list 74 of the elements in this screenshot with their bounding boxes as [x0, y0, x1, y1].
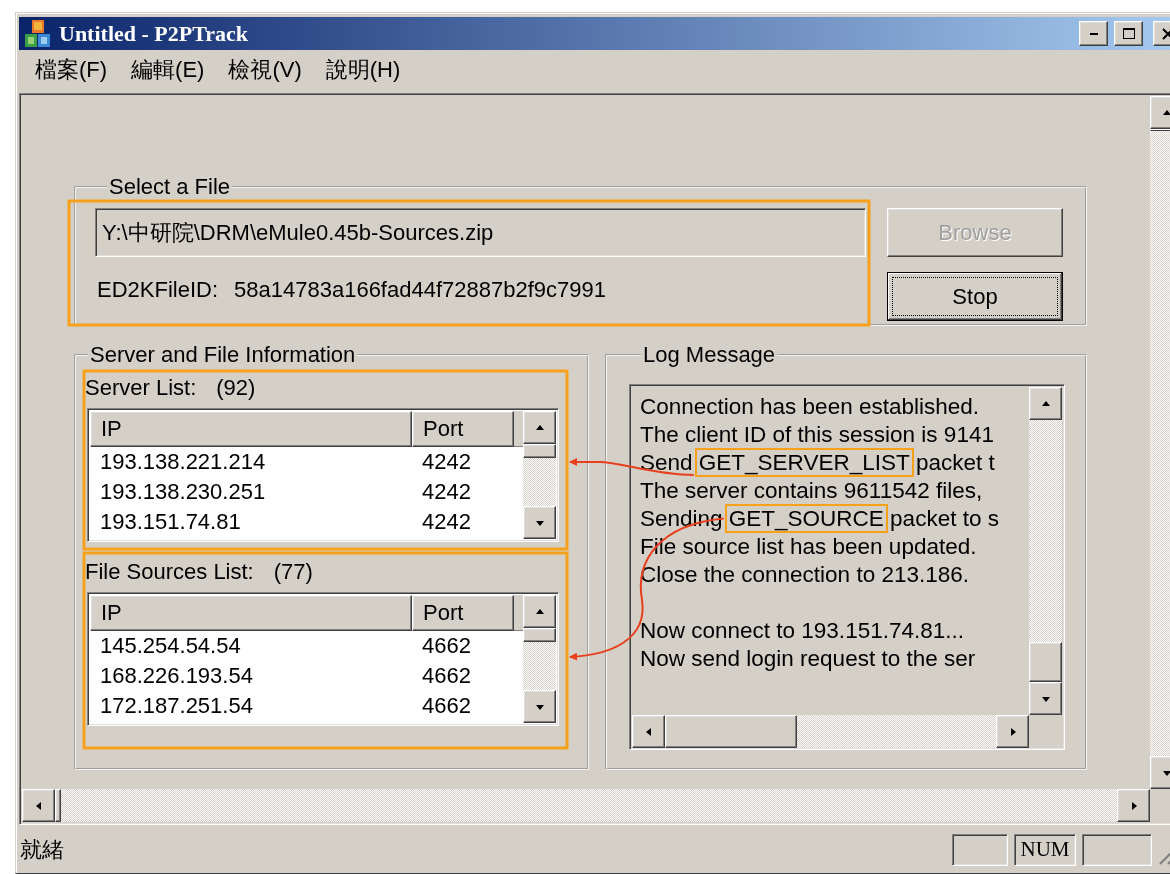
scroll-thumb[interactable] [665, 715, 797, 748]
table-cell-text: 4662 [421, 633, 472, 659]
log-line: Now send login request to the ser [640, 645, 976, 673]
horizontal-scrollbar[interactable] [632, 715, 1029, 748]
log-box[interactable] [629, 384, 1065, 750]
log-line: Send GET_SERVER_LIST packet t [640, 449, 995, 477]
menu-item[interactable]: 編輯(E) [119, 55, 217, 85]
minimize-icon [1089, 32, 1098, 35]
table-cell-text: 172.187.251.54 [99, 693, 254, 719]
scroll-up-button[interactable] [523, 595, 556, 628]
status-pane [1082, 833, 1152, 866]
scroll-thumb[interactable] [523, 444, 556, 458]
table-cell-text: 193.151.74.81 [99, 509, 242, 535]
horizontal-scrollbar[interactable] [22, 789, 1150, 822]
scroll-thumb[interactable] [523, 628, 556, 642]
close-icon [1160, 26, 1170, 41]
table-cell-text: 193.138.230.251 [99, 479, 267, 505]
scroll-left-button[interactable] [22, 789, 55, 822]
scroll-thumb[interactable] [55, 789, 61, 822]
list-count: (77) [273, 559, 313, 585]
table-cell-text: 145.254.54.54 [99, 633, 242, 659]
file-path-field[interactable]: Y:\中研院\DRM\eMule0.45b-Sources.zip [95, 208, 866, 257]
menu-item[interactable]: 說明(H) [313, 55, 413, 85]
table-cell-text: 4662 [421, 663, 472, 689]
file-id-value: 58a14783a166fad44f72887b2f9c7991 [234, 277, 606, 303]
group-label: Server and File Information [89, 342, 357, 368]
column-header[interactable]: Port [412, 411, 514, 447]
vertical-scrollbar[interactable] [1029, 387, 1062, 715]
group-label: Select a File [108, 174, 232, 200]
scroll-up-button[interactable] [523, 411, 556, 444]
scroll-right-button[interactable] [1117, 789, 1150, 822]
log-line: Now connect to 193.151.74.81... [640, 617, 964, 645]
list-label: Server List: [85, 375, 197, 401]
status-pane [952, 833, 1008, 866]
column-header[interactable]: IP [90, 595, 412, 631]
group-label: Log Message [642, 342, 777, 368]
scroll-up-button[interactable] [1029, 387, 1062, 420]
minimize-button[interactable] [1079, 21, 1108, 46]
empty-column-header [514, 595, 523, 631]
app-icon [23, 18, 53, 49]
vertical-scrollbar[interactable] [523, 595, 556, 723]
status-text: 就緒 [20, 835, 65, 864]
empty-column-header [514, 411, 523, 447]
log-line: Sending GET_SOURCE packet to s [640, 505, 999, 533]
vertical-scrollbar[interactable] [523, 411, 556, 539]
list-count: (92) [216, 375, 256, 401]
scroll-down-button[interactable] [523, 690, 556, 723]
table-cell-text: 4662 [421, 693, 472, 719]
scroll-right-button[interactable] [996, 715, 1029, 748]
window-title: Untitled - P2PTrack [59, 20, 249, 47]
list-view[interactable]: IP Port 145.254.54.54 4662 168.226.193.54 4662 172.187.251.54 4662 [87, 592, 559, 726]
status-indicator: NUM [1014, 833, 1076, 866]
menu-item[interactable]: 檢視(V) [216, 55, 314, 85]
table-cell-text: 4242 [421, 479, 472, 505]
scroll-down-button[interactable] [1029, 682, 1062, 715]
field-label: ED2KFileID: [97, 277, 219, 303]
menu-item[interactable]: 檔案(F) [23, 55, 120, 85]
table-cell-text: 168.226.193.54 [99, 663, 254, 689]
scroll-down-button[interactable] [523, 506, 556, 539]
log-line: The server contains 9611542 files, [640, 477, 983, 505]
column-header[interactable]: IP [90, 411, 412, 447]
log-line: The client ID of this session is 9141 [640, 421, 994, 449]
scroll-left-button[interactable] [632, 715, 665, 748]
list-label: File Sources List: [85, 559, 254, 585]
log-line: Connection has been established. [640, 393, 979, 421]
action-button[interactable]: Stop [887, 272, 1063, 321]
maximize-icon [1121, 26, 1136, 41]
column-header[interactable]: Port [412, 595, 514, 631]
table-cell-text: 4242 [421, 509, 472, 535]
table-cell-text: 193.138.221.214 [99, 449, 267, 475]
list-view[interactable]: IP Port 193.138.221.214 4242 193.138.230.251 4242 193.151.74.81 4242 [87, 408, 559, 542]
maximize-button[interactable] [1114, 21, 1143, 46]
table-cell-text: 4242 [421, 449, 472, 475]
scroll-thumb[interactable] [1029, 642, 1062, 682]
